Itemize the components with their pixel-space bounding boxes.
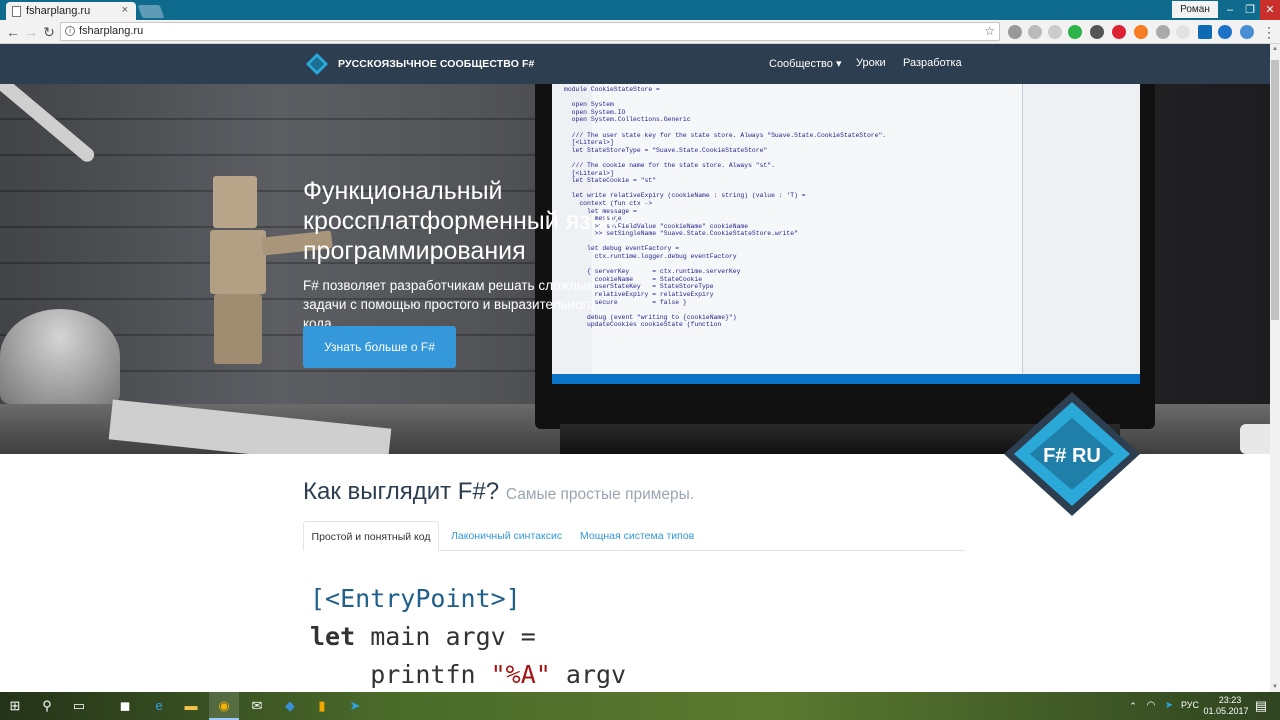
- minimize-button[interactable]: –: [1220, 0, 1240, 20]
- edge-browser-icon[interactable]: e: [150, 697, 168, 715]
- url-text: fsharplang.ru: [79, 25, 144, 37]
- section-subtitle: Самые простые примеры.: [505, 486, 695, 503]
- code-string: "%A": [490, 660, 551, 689]
- site-navbar: РУССКОЯЗЫЧНОЕ СООБЩЕСТВО F# Сообщество ▾…: [0, 44, 1270, 84]
- nav-community[interactable]: Сообщество ▾: [769, 57, 841, 70]
- code-text: printfn: [310, 660, 491, 689]
- profile-button[interactable]: Роман: [1172, 1, 1218, 18]
- mail-icon[interactable]: ✉: [248, 697, 266, 715]
- code-sample: [<EntryPoint>] let main argv = printfn "…: [310, 580, 626, 694]
- browser-tab[interactable]: fsharplang.ru ×: [6, 2, 136, 20]
- telegram-tray-icon[interactable]: ➤: [1160, 697, 1178, 715]
- robot-figure-image: [210, 230, 266, 294]
- browser-toolbar: ← → ↻ i fsharplang.ru ☆ ⋮: [0, 20, 1280, 44]
- code-line: [<EntryPoint>]: [310, 584, 521, 613]
- maximize-button[interactable]: ❐: [1240, 0, 1260, 20]
- clock-date[interactable]: 01.05.2017: [1201, 706, 1251, 716]
- section-title: Как выглядит F#?: [303, 478, 500, 505]
- clock-time[interactable]: 23:23: [1212, 695, 1248, 705]
- browser-tab-title: fsharplang.ru: [26, 5, 91, 17]
- reload-icon[interactable]: ↻: [40, 23, 58, 41]
- extension-icon[interactable]: [1028, 25, 1042, 39]
- language-indicator[interactable]: РУС: [1181, 700, 1199, 710]
- task-view-icon[interactable]: ▭: [70, 697, 88, 715]
- tab-simple-code[interactable]: Простой и понятный код: [303, 521, 439, 551]
- search-icon[interactable]: ⚲: [38, 697, 56, 715]
- extension-icon[interactable]: [1008, 25, 1022, 39]
- site-logo-icon[interactable]: [306, 53, 328, 75]
- extension-icon[interactable]: [1176, 25, 1190, 39]
- code-text: main argv =: [355, 622, 536, 651]
- hero-title: Функциональный кроссплатформенный язык п…: [303, 177, 620, 265]
- extension-icon[interactable]: [1134, 25, 1148, 39]
- scroll-up-icon[interactable]: ▲: [1270, 44, 1280, 54]
- menu-icon[interactable]: ⋮: [1260, 23, 1278, 41]
- nav-development[interactable]: Разработка: [903, 57, 962, 69]
- extension-icon[interactable]: [1090, 25, 1104, 39]
- tab-type-system[interactable]: Мощная система типов: [580, 521, 694, 551]
- network-icon[interactable]: ◠: [1142, 697, 1160, 715]
- lamp-base-image: [0, 309, 120, 404]
- learn-more-button[interactable]: Узнать больше о F#: [303, 326, 456, 368]
- section-heading: Как выглядит F#? Самые простые примеры.: [303, 478, 694, 506]
- extension-icon[interactable]: [1198, 25, 1212, 39]
- address-bar[interactable]: i fsharplang.ru ☆: [60, 22, 1000, 41]
- close-window-button[interactable]: ✕: [1260, 0, 1280, 20]
- hero-subtitle: F# позволяет разработчикам решать сложны…: [303, 278, 595, 331]
- vscode-icon[interactable]: ◆: [281, 697, 299, 715]
- solution-explorer-panel: [1022, 84, 1140, 384]
- bookmark-star-icon[interactable]: ☆: [984, 23, 995, 40]
- code-text: argv: [550, 660, 627, 689]
- code-keyword: let: [310, 622, 356, 651]
- cup-image: [1240, 424, 1270, 454]
- extension-icon[interactable]: [1240, 25, 1254, 39]
- robot-figure-image: [214, 294, 262, 364]
- extension-icon[interactable]: [1068, 25, 1082, 39]
- telegram-icon[interactable]: ➤: [346, 697, 364, 715]
- extension-icon[interactable]: [1156, 25, 1170, 39]
- extension-icon[interactable]: [1048, 25, 1062, 39]
- nav-lessons[interactable]: Уроки: [856, 57, 886, 69]
- info-icon[interactable]: i: [65, 26, 75, 36]
- new-tab-button[interactable]: [137, 5, 165, 18]
- tray-expand-icon[interactable]: ⌃: [1124, 697, 1142, 715]
- extension-icon[interactable]: [1112, 25, 1126, 39]
- chrome-icon[interactable]: ◉: [215, 697, 233, 715]
- windows-taskbar: ⊞ ⚲ ▭ ◼ e ▬ ◉ ✉ ◆ ▮ ➤ ⌃ ◠ ➤ РУС 23:23 01…: [0, 692, 1280, 720]
- forward-icon[interactable]: →: [22, 23, 40, 41]
- robot-figure-image: [213, 176, 257, 228]
- tab-concise-syntax[interactable]: Лаконичный синтаксис: [451, 521, 562, 551]
- page-icon: [12, 6, 21, 17]
- notifications-icon[interactable]: ▤: [1252, 697, 1270, 715]
- store-icon[interactable]: ◼: [116, 697, 134, 715]
- file-explorer-icon[interactable]: ▬: [182, 697, 200, 715]
- laptop-screen-image: module CookieStateStore = open System op…: [552, 84, 1140, 384]
- fsru-badge-logo: F# RU: [1004, 392, 1140, 516]
- site-brand[interactable]: РУССКОЯЗЫЧНОЕ СООБЩЕСТВО F#: [338, 58, 534, 70]
- close-tab-icon[interactable]: ×: [122, 4, 128, 16]
- extension-icon[interactable]: [1218, 25, 1232, 39]
- browser-tab-bar: fsharplang.ru × Роман – ❐ ✕: [0, 0, 1280, 20]
- back-icon[interactable]: ←: [4, 23, 22, 41]
- editor-code: module CookieStateStore = open System op…: [564, 86, 887, 329]
- scroll-down-icon[interactable]: ▼: [1270, 682, 1280, 692]
- badge-text: F# RU: [1043, 445, 1101, 467]
- editor-status-bar: [552, 374, 1140, 384]
- start-windows-icon[interactable]: ⊞: [6, 697, 24, 715]
- app-icon[interactable]: ▮: [313, 697, 331, 715]
- scrollbar-thumb[interactable]: [1271, 60, 1279, 320]
